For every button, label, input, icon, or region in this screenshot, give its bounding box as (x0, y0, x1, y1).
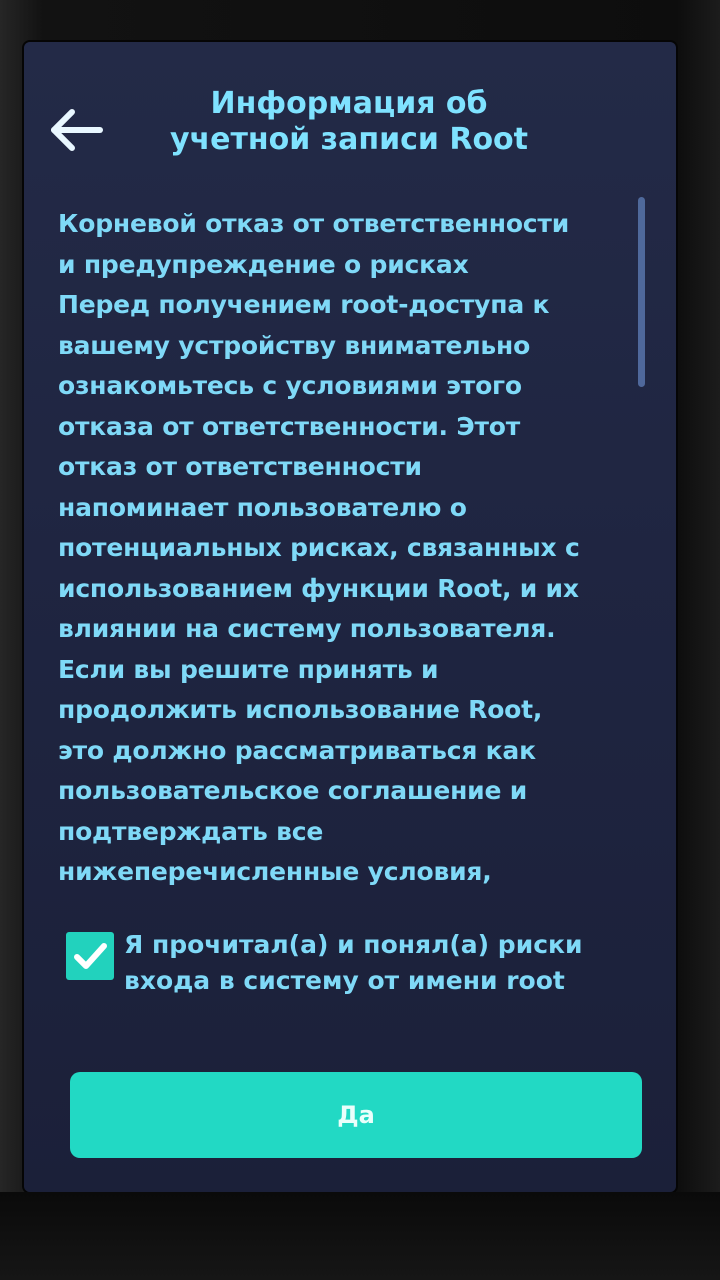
back-button[interactable] (46, 104, 106, 156)
disclaimer-text: Корневой отказ от ответственности и пред… (58, 209, 580, 886)
consent-label: Я прочитал(а) и понял(а) риски входа в с… (124, 930, 583, 995)
disclaimer-scroll-area[interactable]: Корневой отказ от ответственности и пред… (58, 204, 618, 894)
arrow-left-icon (51, 109, 103, 151)
device-bezel-bottom (0, 1192, 720, 1280)
page-title-line-1: Информация об (210, 86, 488, 121)
screen: Информация об учетной записи Root Корнев… (24, 42, 676, 1192)
consent-checkbox[interactable] (66, 932, 114, 980)
header: Информация об учетной записи Root (24, 42, 676, 192)
checkmark-icon (74, 943, 107, 969)
device-frame: Информация об учетной записи Root Корнев… (0, 0, 720, 1280)
page-title: Информация об учетной записи Root (124, 86, 574, 158)
scrollbar[interactable] (638, 197, 645, 387)
consent-checkbox-row[interactable]: Я прочитал(а) и понял(а) риски входа в с… (66, 927, 626, 1007)
confirm-button[interactable]: Да (70, 1072, 642, 1158)
page-title-line-2: учетной записи Root (169, 122, 529, 157)
